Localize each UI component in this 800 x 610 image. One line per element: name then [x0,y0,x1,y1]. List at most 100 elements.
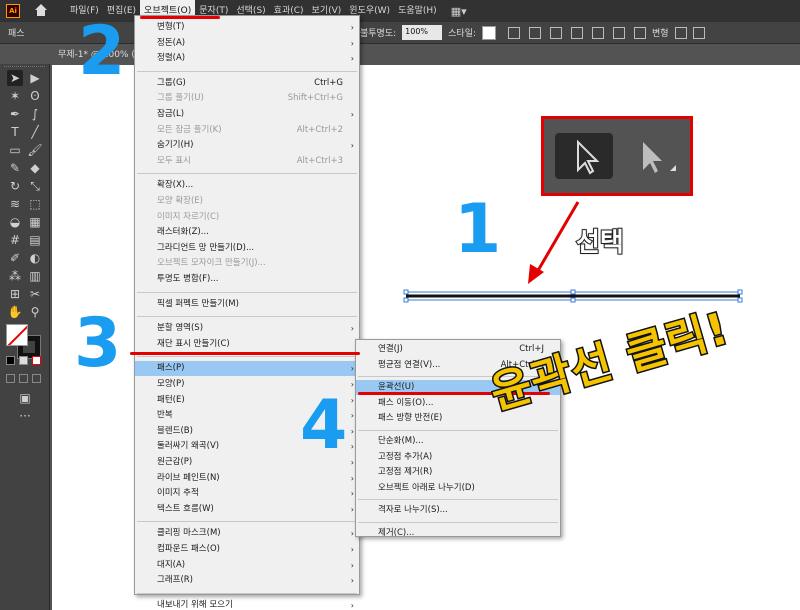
pen-tool-icon[interactable]: ✒ [7,106,23,122]
gradient-tool-icon[interactable]: ▤ [27,232,43,248]
menu-item[interactable]: 고정점 추가(A) [356,450,560,465]
menu-item[interactable]: 숨기기(H) › [135,138,359,153]
menu-item[interactable]: 그래프(R) › [135,573,359,588]
control-bar-right: 불투명도: 100% 스타일: 변형 [360,25,705,40]
menu-item[interactable]: 투명도 병합(F)... [135,272,359,287]
edit-toolbar-icon[interactable]: ··· [17,408,33,424]
menu-item[interactable]: 패스 방향 반전(E) [356,411,560,426]
menu-item[interactable]: 오브젝트 아래로 나누기(D) [356,481,560,496]
submenu-chevron-icon: › [350,395,354,405]
transform-label[interactable]: 변형 [652,26,669,39]
free-transform-tool-icon[interactable]: ⬚ [27,196,43,212]
anchor-handle[interactable] [403,289,409,295]
illustrator-logo[interactable]: Ai [6,4,20,18]
curvature-tool-icon[interactable]: ∫ [27,106,43,122]
menu-item[interactable]: 분할 영역(S) › [135,321,359,336]
draw-normal-icon[interactable] [6,374,15,383]
submenu-chevron-icon: › [350,529,354,539]
menu-item-label: 격자로 나누기(S)... [378,505,448,516]
eyedropper-tool-icon[interactable]: ✐ [7,250,23,266]
menu-item[interactable]: 정렬(A) › [135,51,359,66]
type-tool-icon[interactable]: T [7,124,23,140]
artboard-tool-icon[interactable]: ⊞ [7,286,23,302]
menu-item[interactable]: 정돈(A) › [135,36,359,51]
align-right-icon[interactable] [571,26,584,39]
selection-tool-icon[interactable]: ➤ [7,70,23,86]
shape-builder-tool-icon[interactable]: ◒ [7,214,23,230]
shaper-tool-icon[interactable]: ✎ [7,160,23,176]
magic-wand-tool-icon[interactable]: ✶ [7,88,23,104]
blend-tool-icon[interactable]: ◐ [27,250,43,266]
mesh-tool-icon[interactable]: # [7,232,23,248]
style-swatch[interactable] [482,25,497,40]
menu-item[interactable]: 변형(T) › [135,20,359,35]
submenu-chevron-icon: › [350,141,354,151]
paintbrush-tool-icon[interactable]: 🖌 [27,142,43,158]
menu-item[interactable]: 제거(C)... [356,526,560,541]
zoom-tool-icon[interactable]: ⚲ [27,304,43,320]
rotate-tool-icon[interactable]: ↻ [7,178,23,194]
graph-tool-icon[interactable]: ▥ [27,268,43,284]
rectangle-tool-icon[interactable]: ▭ [7,142,23,158]
submenu-chevron-icon: › [350,23,354,32]
direct-selection-tool-icon[interactable]: ▶ [27,70,43,86]
menu-item[interactable]: 패스(P) › [135,361,359,377]
anchor-handle[interactable] [570,297,576,303]
menu-item[interactable]: 그룹(G) Ctrl+G [135,76,359,91]
line-tool-icon[interactable]: ╱ [27,124,43,140]
gradient-mode-icon[interactable] [19,356,28,365]
color-mode-icon[interactable] [6,356,15,365]
object-menu: 변형(T) › 정돈(A) › 정렬(A) › 그룹(G) Ctrl+G 그룹 풀기(U) Shi… [134,15,360,610]
menu-item[interactable]: 래스터화(Z)... [135,225,359,240]
lasso-tool-icon[interactable]: ʘ [27,88,43,104]
draw-inside-icon[interactable] [32,374,41,383]
workspace-switcher-icon[interactable]: ▦▾ [451,5,467,18]
screen-mode-icon[interactable]: ▣ [17,390,33,406]
anchor-handle[interactable] [737,297,743,303]
menu-item[interactable]: 이미지 추적 › [135,486,359,501]
menu-item-label: 컴파운드 패스(O) [157,544,220,554]
panel-menu-icon[interactable] [692,26,705,39]
align-top-icon[interactable] [592,26,605,39]
width-tool-icon[interactable]: ≋ [7,196,23,212]
align-center-icon[interactable] [550,26,563,39]
menu-item[interactable]: 텍스트 흐름(W) › [135,502,359,517]
recolor-icon[interactable] [508,26,521,39]
fill-swatch[interactable] [6,324,28,346]
step-2-label: 2 [78,12,126,91]
draw-behind-icon[interactable] [19,374,28,383]
none-mode-icon[interactable] [32,356,41,365]
menu-item: 그룹 풀기(U) Shift+Ctrl+G [135,91,359,106]
align-left-icon[interactable] [529,26,542,39]
perspective-grid-tool-icon[interactable]: ▦ [27,214,43,230]
isolate-icon[interactable] [674,26,687,39]
symbol-sprayer-tool-icon[interactable]: ⁂ [7,268,23,284]
anchor-handle[interactable] [737,289,743,295]
eraser-tool-icon[interactable]: ◆ [27,160,43,176]
menu-item[interactable]: 대지(A) › [135,558,359,573]
menu-item[interactable]: 라이브 페인트(N) › [135,471,359,486]
menu-item[interactable]: 잠금(L) › [135,107,359,122]
menubar-item[interactable]: 도움말(H) [394,0,441,22]
anchor-handle[interactable] [570,289,576,295]
step-4-label: 4 [300,386,348,465]
menu-item[interactable]: 클리핑 마스크(M) › [135,526,359,541]
menu-item[interactable]: 재단 표시 만들기(C) [135,337,359,352]
menu-item[interactable]: 그라디언트 망 만들기(D)... [135,241,359,256]
scale-tool-icon[interactable]: ⤡ [27,178,43,194]
hand-tool-icon[interactable]: ✋ [7,304,23,320]
opacity-input[interactable]: 100% [402,25,443,40]
menu-item[interactable]: 내보내기 위해 모으기 › [135,598,359,610]
menu-item[interactable]: 격자로 나누기(S)... [356,503,560,518]
align-middle-icon[interactable] [613,26,626,39]
align-bottom-icon[interactable] [634,26,647,39]
menu-item-label: 변형(T) [157,22,185,32]
menu-item[interactable]: 고정점 제거(R) [356,465,560,480]
slice-tool-icon[interactable]: ✂ [27,286,43,302]
menu-item[interactable]: 단순화(M)... [356,434,560,449]
home-icon[interactable] [34,4,48,18]
menu-item[interactable]: 확장(X)... [135,178,359,193]
anchor-handle[interactable] [403,297,409,303]
menu-item[interactable]: 컴파운드 패스(O) › [135,542,359,557]
menu-item[interactable]: 픽셀 퍼펙트 만들기(M) [135,297,359,312]
